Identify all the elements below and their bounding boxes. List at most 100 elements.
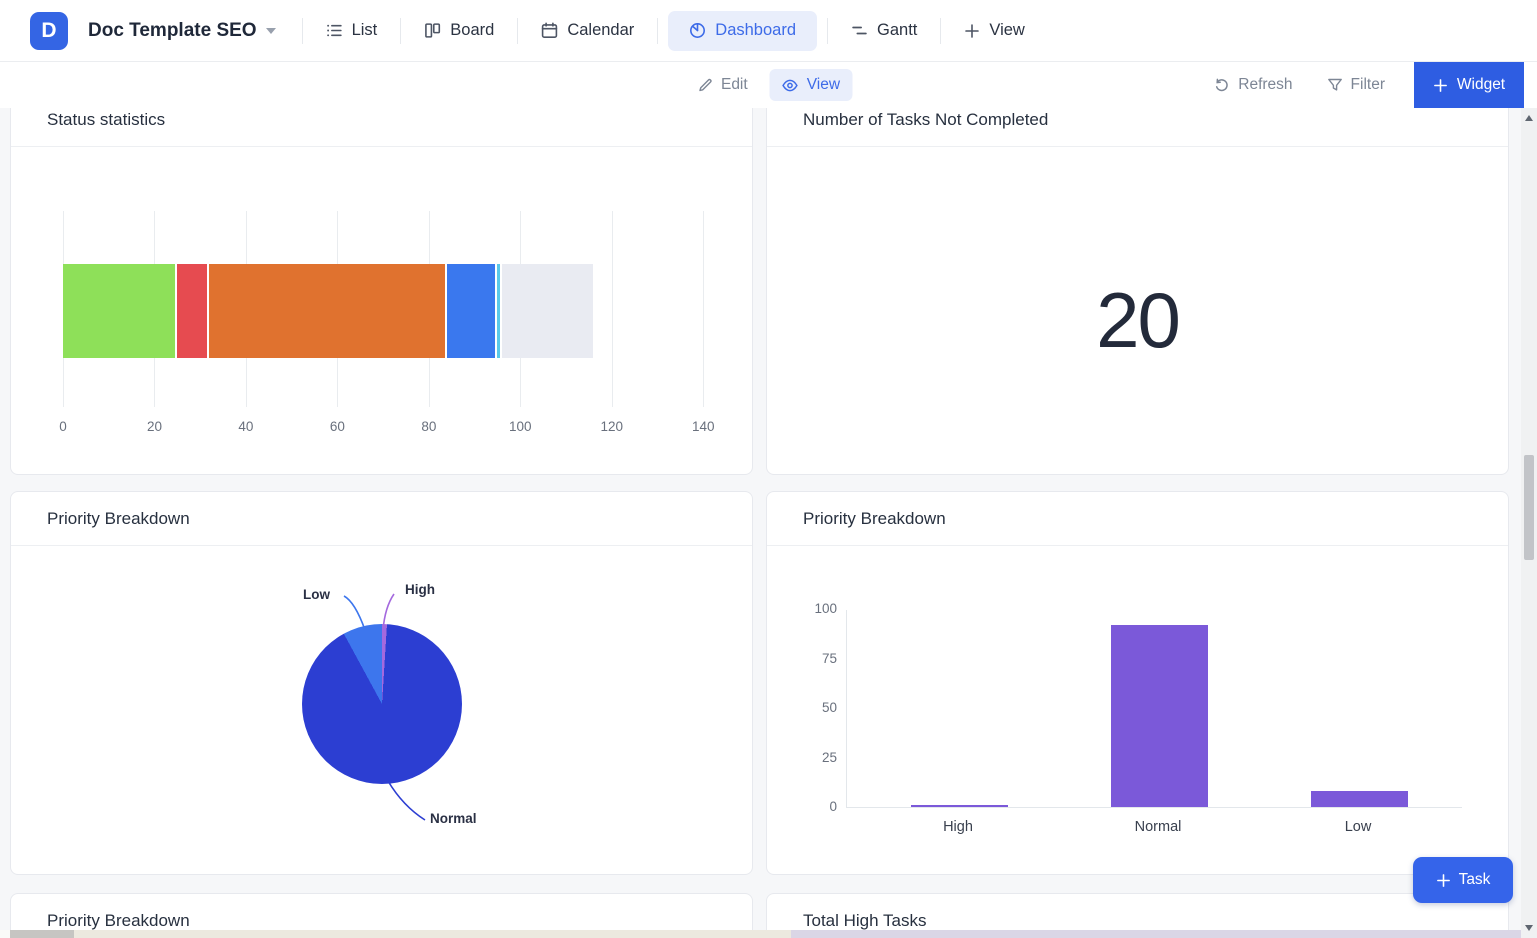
pie-label-normal: Normal [430, 811, 477, 826]
add-task-button[interactable]: Task [1413, 857, 1513, 903]
refresh-button[interactable]: Refresh [1214, 69, 1292, 101]
tab-list[interactable]: List [305, 11, 399, 51]
category-label: Normal [1108, 819, 1208, 835]
plus-icon [964, 23, 980, 39]
gantt-icon [851, 22, 868, 39]
list-icon [326, 22, 343, 39]
filter-label: Filter [1351, 76, 1385, 94]
tab-board[interactable]: Board [403, 11, 515, 51]
bar-segment-red-status [177, 264, 207, 358]
workspace-title-button[interactable]: Doc Template SEO [88, 20, 276, 42]
divider [302, 18, 303, 44]
pie-label-low: Low [303, 587, 330, 602]
bar-segment-orange-status [209, 264, 445, 358]
card-title: Priority Breakdown [47, 509, 190, 528]
vbar-cats: High Normal Low [846, 819, 1462, 837]
toolbar-actions-group: Refresh Filter [1214, 62, 1385, 108]
scroll-down-icon[interactable] [1525, 925, 1533, 931]
divider [517, 18, 518, 44]
divider [657, 18, 658, 44]
filter-icon [1327, 77, 1343, 93]
x-tick-label: 20 [134, 419, 174, 434]
refresh-icon [1214, 77, 1230, 93]
filter-button[interactable]: Filter [1327, 69, 1385, 101]
card-title: Status statistics [47, 110, 165, 129]
divider [400, 18, 401, 44]
plus-icon [1433, 78, 1448, 93]
x-tick-label: 100 [500, 419, 540, 434]
top-navigation: D Doc Template SEO List Board [0, 0, 1537, 62]
card-title: Priority Breakdown [47, 911, 190, 930]
vertical-scrollbar[interactable] [1521, 108, 1537, 938]
x-tick-label: 120 [592, 419, 632, 434]
bar-high [911, 805, 1008, 807]
tab-label: Calendar [567, 21, 634, 40]
add-widget-button[interactable]: Widget [1414, 62, 1524, 108]
edit-label: Edit [721, 76, 748, 94]
view-button[interactable]: View [770, 69, 852, 101]
card-tasks-not-completed: Number of Tasks Not Completed 20 [766, 92, 1509, 475]
bar-low [1311, 791, 1408, 807]
horizontal-scrollbar[interactable] [0, 930, 1521, 938]
tab-gantt[interactable]: Gantt [830, 11, 938, 51]
y-tick-label: 100 [785, 601, 837, 616]
scroll-up-icon[interactable] [1525, 115, 1533, 121]
category-label: High [908, 819, 1008, 835]
x-tick-label: 80 [409, 419, 449, 434]
widget-label: Widget [1457, 76, 1505, 94]
pie-leader-line-normal [388, 781, 425, 820]
bar-segment-green-status [63, 264, 175, 358]
tab-label: View [989, 21, 1024, 40]
y-tick-label: 75 [785, 651, 837, 666]
card-title: Priority Breakdown [803, 509, 946, 528]
toolbar-mode-group: Edit View [685, 62, 852, 108]
status-ticks: 020406080100120140 [63, 419, 723, 435]
tab-label: Board [450, 21, 494, 40]
refresh-label: Refresh [1238, 76, 1292, 94]
eye-icon [782, 77, 799, 94]
tab-label: Gantt [877, 21, 917, 40]
bar-normal [1111, 625, 1208, 807]
y-tick-label: 0 [785, 799, 837, 814]
tab-calendar[interactable]: Calendar [520, 11, 655, 51]
vbar-area [846, 610, 1462, 808]
x-tick-label: 0 [43, 419, 83, 434]
bar-segment-gray-status [502, 264, 593, 358]
bar-segment-blue-status [447, 264, 495, 358]
gridline [703, 211, 704, 407]
plus-icon [1436, 873, 1451, 888]
card-priority-bar: Priority Breakdown 0 25 50 75 100 High Normal… [766, 491, 1509, 875]
gridline [612, 211, 613, 407]
pie-label-high: High [405, 582, 435, 597]
dashboard-toolbar: Edit View Ref [0, 62, 1537, 108]
dashboard-page: Status statistics 020406080100120140 Num… [0, 0, 1537, 938]
tab-add-view[interactable]: View [943, 11, 1045, 51]
card-priority-pie: Priority Breakdown Low High Normal [10, 491, 753, 875]
scroll-left-button[interactable] [0, 930, 10, 938]
tab-label: Dashboard [715, 21, 796, 40]
card-title: Total High Tasks [803, 911, 926, 930]
card-header: Priority Breakdown [11, 492, 752, 546]
tab-dashboard[interactable]: Dashboard [668, 11, 817, 51]
card-status-statistics: Status statistics 020406080100120140 [10, 92, 753, 475]
workspace-logo[interactable]: D [30, 12, 68, 50]
dashboard-icon [689, 22, 706, 39]
workspace-title: Doc Template SEO [88, 20, 257, 42]
y-tick-label: 50 [785, 700, 837, 715]
card-title: Number of Tasks Not Completed [803, 110, 1048, 129]
y-tick-label: 25 [785, 750, 837, 765]
bar-segment-cyan-status [497, 264, 500, 358]
vertical-scrollbar-thumb[interactable] [1524, 455, 1534, 560]
priority-pie [302, 624, 462, 784]
task-label: Task [1459, 871, 1491, 889]
horizontal-scrollbar-thumb[interactable] [10, 930, 74, 938]
card-header: Priority Breakdown [767, 492, 1508, 546]
board-icon [424, 22, 441, 39]
tab-label: List [352, 21, 378, 40]
edit-button[interactable]: Edit [685, 69, 760, 101]
category-label: Low [1308, 819, 1408, 835]
not-completed-count: 20 [767, 275, 1508, 366]
divider [827, 18, 828, 44]
x-tick-label: 40 [226, 419, 266, 434]
x-tick-label: 60 [317, 419, 357, 434]
